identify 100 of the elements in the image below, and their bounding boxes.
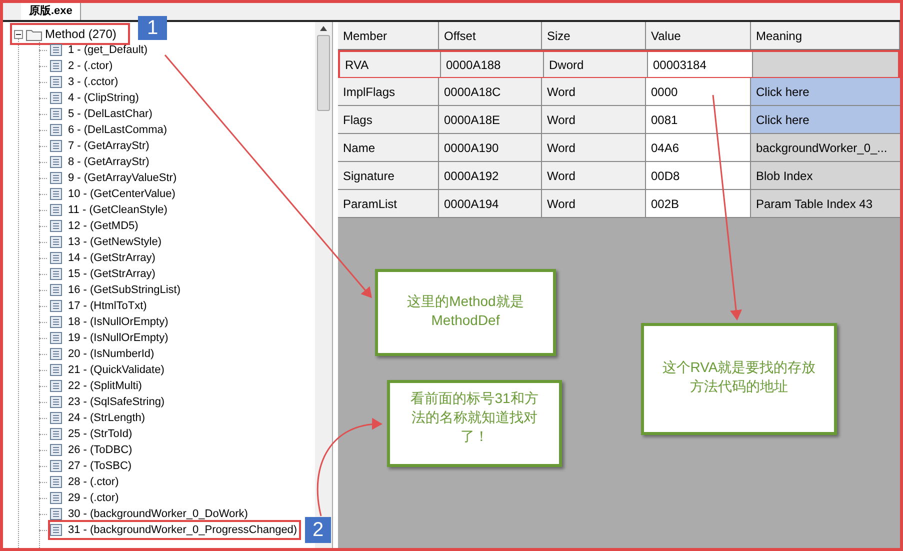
table-row[interactable]: Flags 0000A18E Word 0081 Click here [338, 106, 900, 134]
document-icon [50, 188, 62, 200]
document-icon [50, 364, 62, 376]
document-icon [50, 428, 62, 440]
number-badge: 2 [305, 517, 331, 543]
table-cell: Blob Index [751, 162, 900, 189]
tree-item[interactable]: 30 - (backgroundWorker_0_DoWork) [50, 506, 250, 522]
tree-item[interactable]: 8 - (GetArrayStr) [50, 154, 152, 170]
document-icon [50, 524, 62, 536]
tree-item[interactable]: 27 - (ToSBC) [50, 458, 134, 474]
tree-item[interactable]: 31 - (backgroundWorker_0_ProgressChanged) [50, 522, 300, 538]
document-icon [50, 172, 62, 184]
table-cell: ParamList [338, 190, 439, 217]
table-cell: Flags [338, 106, 439, 133]
file-tab[interactable]: 原版.exe [21, 3, 82, 20]
document-icon [50, 268, 62, 280]
folder-icon [26, 28, 42, 40]
tree-item[interactable]: 22 - (SplitMulti) [50, 378, 144, 394]
link-cell[interactable]: Click here [751, 78, 900, 105]
tree-item[interactable]: 11 - (GetCleanStyle) [50, 202, 170, 218]
table-row[interactable]: ImplFlags 0000A18C Word 0000 Click here [338, 78, 900, 106]
table-cell: Word [542, 78, 646, 105]
document-icon [50, 316, 62, 328]
tree-item[interactable]: 18 - (IsNullOrEmpty) [50, 314, 170, 330]
tree-item[interactable]: 6 - (DelLastComma) [50, 122, 170, 138]
document-icon [50, 396, 62, 408]
table-cell: Word [542, 134, 646, 161]
table-cell: 04A6 [646, 134, 751, 161]
tree-item[interactable]: 14 - (GetStrArray) [50, 250, 158, 266]
table-cell: 002B [646, 190, 751, 217]
table-row[interactable]: RVA 0000A188 Dword 00003184 [338, 50, 900, 78]
document-icon [50, 492, 62, 504]
document-icon [50, 236, 62, 248]
document-icon [50, 284, 62, 296]
document-icon [50, 108, 62, 120]
tree-item[interactable]: 21 - (QuickValidate) [50, 362, 166, 378]
document-icon [50, 252, 62, 264]
callout-note: 看前面的标号31和方法的名称就知道找对了！ [387, 380, 562, 467]
column-header[interactable]: Offset [439, 22, 542, 49]
table-row[interactable]: Signature 0000A192 Word 00D8 Blob Index [338, 162, 900, 190]
tree-item[interactable]: 10 - (GetCenterValue) [50, 186, 178, 202]
scroll-thumb[interactable] [317, 35, 330, 111]
document-icon [50, 76, 62, 88]
table-cell: Name [338, 134, 439, 161]
scroll-up-icon[interactable] [320, 26, 327, 31]
tree-item[interactable]: 25 - (StrToId) [50, 426, 134, 442]
tree-item[interactable]: 28 - (.ctor) [50, 474, 121, 490]
document-icon [50, 140, 62, 152]
column-header[interactable]: Member [338, 22, 439, 49]
document-icon [50, 412, 62, 424]
column-header[interactable]: Value [646, 22, 751, 49]
table-cell: Word [542, 190, 646, 217]
document-icon [50, 508, 62, 520]
document-icon [50, 444, 62, 456]
column-header[interactable]: Size [542, 22, 646, 49]
table-cell: 0000A192 [439, 162, 542, 189]
tree-item[interactable]: 3 - (.cctor) [50, 74, 120, 90]
scrollbar[interactable] [315, 22, 332, 548]
table-cell: ImplFlags [338, 78, 439, 105]
tree-item[interactable]: 13 - (GetNewStyle) [50, 234, 164, 250]
link-cell[interactable]: Click here [751, 106, 900, 133]
table-cell: 0000A18E [439, 106, 542, 133]
callout-note: 这个RVA就是要找的存放方法代码的地址 [641, 323, 837, 435]
document-icon [50, 204, 62, 216]
tree-item[interactable]: 29 - (.ctor) [50, 490, 121, 506]
table-row[interactable]: Name 0000A190 Word 04A6 backgroundWorker_0_... [338, 134, 900, 162]
tree-item[interactable]: 1 - (get_Default) [50, 42, 150, 58]
tree-item[interactable]: 16 - (GetSubStringList) [50, 282, 182, 298]
table-cell: 00D8 [646, 162, 751, 189]
document-icon [50, 332, 62, 344]
column-header[interactable]: Meaning [751, 22, 900, 49]
tree-item[interactable]: 4 - (ClipString) [50, 90, 141, 106]
table-cell: 0000A188 [441, 52, 544, 77]
tree-item[interactable]: 5 - (DelLastChar) [50, 106, 154, 122]
table-cell: 0000A194 [439, 190, 542, 217]
document-icon [50, 460, 62, 472]
tree-item[interactable]: 2 - (.ctor) [50, 58, 115, 74]
tree-item[interactable]: 12 - (GetMD5) [50, 218, 140, 234]
table-cell: 00003184 [648, 52, 753, 77]
document-icon [50, 44, 62, 56]
document-icon [50, 156, 62, 168]
tree-item[interactable]: 20 - (IsNumberId) [50, 346, 156, 362]
collapse-icon[interactable] [14, 30, 23, 38]
document-icon [50, 220, 62, 232]
tree-item[interactable]: 17 - (HtmlToTxt) [50, 298, 149, 314]
callout-note: 这里的Method就是MethodDef [375, 269, 556, 356]
tree-item[interactable]: 9 - (GetArrayValueStr) [50, 170, 179, 186]
tree-item[interactable]: 7 - (GetArrayStr) [50, 138, 152, 154]
tree-item[interactable]: 26 - (ToDBC) [50, 442, 134, 458]
table-cell: 0000A18C [439, 78, 542, 105]
document-icon [50, 380, 62, 392]
tree-item[interactable]: 19 - (IsNullOrEmpty) [50, 330, 170, 346]
document-icon [50, 60, 62, 72]
table-cell: Param Table Index 43 [751, 190, 900, 217]
tree-item[interactable]: 24 - (StrLength) [50, 410, 148, 426]
tree-item[interactable]: 15 - (GetStrArray) [50, 266, 158, 282]
tree-item[interactable]: Method (270) [10, 23, 130, 45]
tree-item[interactable]: 23 - (SqlSafeString) [50, 394, 167, 410]
table-row[interactable]: ParamList 0000A194 Word 002B Param Table Index 43 [338, 190, 900, 218]
table-cell: backgroundWorker_0_... [751, 134, 900, 161]
